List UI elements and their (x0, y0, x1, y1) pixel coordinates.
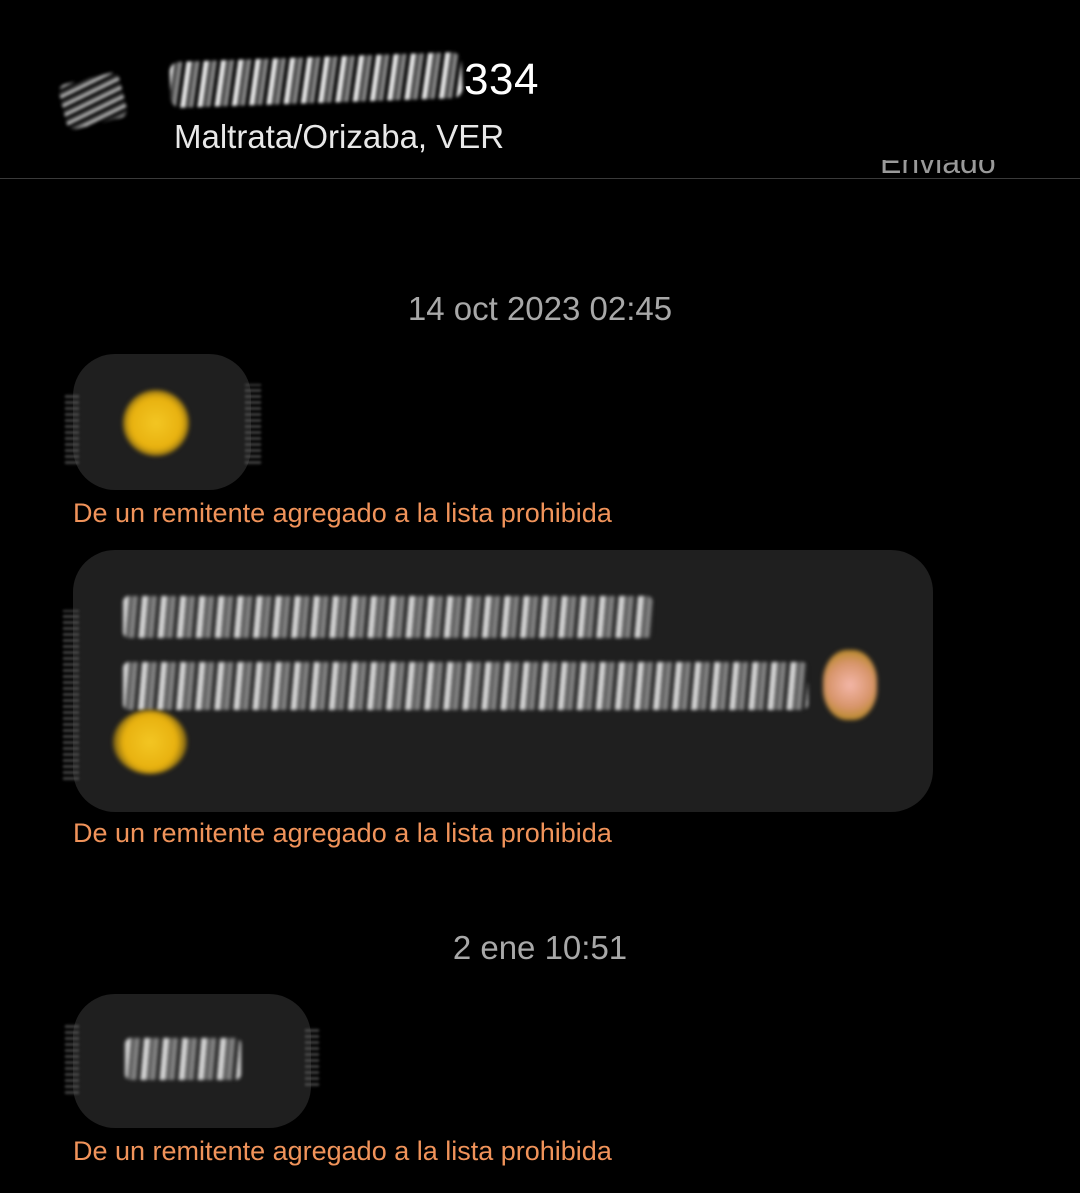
timestamp-divider: 2 ene 10:51 (452, 929, 628, 966)
redaction-scribble (305, 1026, 319, 1086)
timestamp-divider: 14 oct 2023 02:45 (407, 290, 673, 327)
contact-number-suffix: 334 (464, 55, 539, 104)
redacted-back-button-icon[interactable] (57, 71, 129, 131)
message-bubble[interactable] (65, 994, 319, 1128)
redacted-message-text (125, 1038, 241, 1080)
contact-location: Maltrata/Orizaba, VER (174, 118, 505, 155)
redaction-scribble (65, 394, 79, 464)
redacted-phone-number (169, 51, 463, 109)
blocked-sender-note: De un remitente agregado a la lista proh… (73, 498, 612, 528)
redaction-scribble (65, 1024, 79, 1094)
message-bubble[interactable] (65, 354, 261, 490)
redacted-emoji (113, 710, 187, 774)
contact-title[interactable]: 334 (169, 50, 539, 110)
redacted-message-text (123, 662, 808, 710)
message-bubble[interactable] (63, 550, 933, 812)
redaction-scribble (63, 610, 79, 780)
blocked-sender-note: De un remitente agregado a la lista proh… (73, 1136, 612, 1166)
redacted-emoji (123, 390, 189, 456)
redacted-emoji (823, 650, 877, 720)
blocked-sender-note: De un remitente agregado a la lista proh… (73, 818, 612, 848)
redaction-scribble (245, 384, 261, 464)
message-status-label: Enviado (880, 160, 996, 180)
redacted-message-text (123, 596, 653, 638)
conversation-header: 334 Maltrata/Orizaba, VER (0, 0, 1080, 178)
message-status: Enviado (880, 160, 1020, 196)
